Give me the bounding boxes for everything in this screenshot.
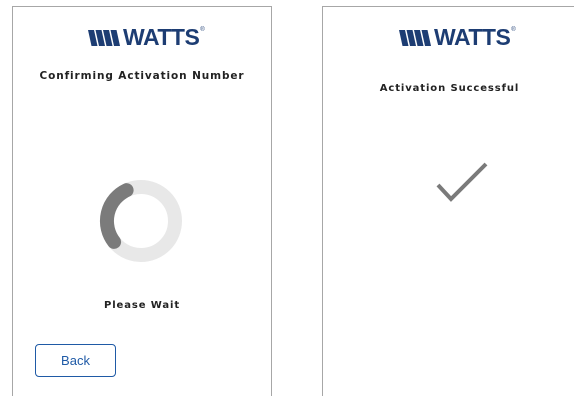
activation-screens: WATTS ® Confirming Activation Number Ple…	[0, 0, 574, 396]
confirming-heading: Confirming Activation Number	[39, 70, 245, 82]
watts-wave-icon	[88, 29, 120, 46]
logo-wordmark: WATTS	[434, 24, 511, 50]
watts-wave-icon	[399, 29, 431, 46]
checkmark-icon	[436, 162, 488, 202]
watts-logo: WATTS ®	[88, 26, 205, 49]
activation-success-screen: WATTS ® Activation Successful	[322, 6, 574, 396]
registered-mark: ®	[511, 27, 516, 33]
loading-spinner-icon	[99, 180, 182, 262]
registered-mark: ®	[200, 27, 205, 33]
back-button[interactable]: Back	[35, 344, 116, 377]
watts-logo: WATTS ®	[399, 26, 516, 49]
confirming-activation-screen: WATTS ® Confirming Activation Number Ple…	[12, 6, 272, 396]
success-heading: Activation Successful	[379, 83, 520, 94]
logo-wordmark: WATTS	[123, 24, 200, 50]
please-wait-text: Please Wait	[103, 300, 181, 311]
